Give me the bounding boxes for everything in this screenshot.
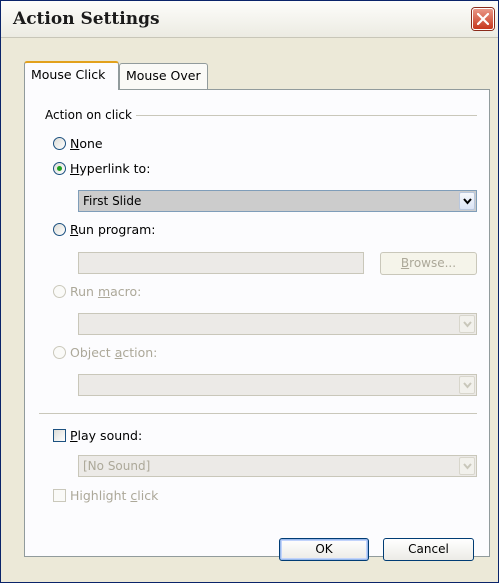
radio-button[interactable] — [53, 137, 66, 150]
checkbox[interactable] — [53, 489, 66, 502]
radio-object-action-label: Object action: — [70, 345, 158, 360]
checkbox[interactable] — [53, 429, 66, 442]
action-group-label: Action on click — [45, 108, 136, 122]
tab-mouse-over[interactable]: Mouse Over — [119, 63, 208, 89]
radio-button[interactable] — [53, 346, 66, 359]
dropdown-arrow-button[interactable] — [459, 376, 475, 394]
chevron-down-icon — [463, 382, 472, 389]
play-sound-checkbox[interactable]: Play sound: — [53, 428, 213, 447]
close-button[interactable] — [472, 8, 494, 30]
browse-button[interactable]: Browse... — [380, 252, 477, 275]
hyperlink-dropdown[interactable]: First Slide — [78, 190, 477, 212]
dropdown-arrow-button[interactable] — [459, 192, 475, 210]
dropdown-arrow-button[interactable] — [459, 315, 475, 333]
sound-dropdown[interactable]: [No Sound] — [78, 455, 477, 477]
chevron-down-icon — [463, 463, 472, 470]
cancel-button[interactable]: Cancel — [383, 538, 474, 561]
chevron-down-icon — [463, 198, 472, 205]
run-macro-dropdown[interactable] — [78, 313, 477, 335]
hyperlink-value: First Slide — [83, 194, 142, 208]
dropdown-arrow-button[interactable] — [459, 457, 475, 475]
window-title: Action Settings — [13, 9, 160, 29]
radio-run-program-label: Run program: — [70, 222, 156, 237]
radio-run-macro[interactable]: Run macro: — [53, 284, 213, 303]
tab-panel: Action on click None Hyperlink to: First… — [24, 89, 490, 557]
radio-object-action[interactable]: Object action: — [53, 345, 213, 364]
play-sound-label: Play sound: — [70, 428, 143, 443]
radio-hyperlink-label: Hyperlink to: — [70, 161, 151, 176]
radio-none-label: None — [70, 136, 103, 151]
radio-button[interactable] — [53, 285, 66, 298]
section-divider — [39, 413, 477, 414]
run-program-input[interactable] — [78, 252, 364, 274]
highlight-click-label: Highlight click — [70, 488, 159, 503]
radio-hyperlink[interactable]: Hyperlink to: — [53, 161, 203, 180]
radio-none[interactable]: None — [53, 136, 173, 155]
highlight-click-checkbox[interactable]: Highlight click — [53, 488, 213, 507]
chevron-down-icon — [463, 321, 472, 328]
radio-button[interactable] — [53, 223, 66, 236]
tab-label: Mouse Over — [126, 68, 201, 83]
radio-button[interactable] — [53, 162, 66, 175]
tab-mouse-click[interactable]: Mouse Click — [24, 61, 119, 90]
radio-run-program[interactable]: Run program: — [53, 222, 213, 241]
dialog-body: Mouse Click Mouse Over Action on click N… — [9, 38, 490, 576]
tab-label: Mouse Click — [31, 67, 106, 82]
title-bar[interactable]: Action Settings — [1, 1, 498, 38]
object-action-dropdown[interactable] — [78, 374, 477, 396]
radio-selected-dot — [57, 166, 62, 171]
action-settings-dialog: Action Settings Mouse Click Mouse Over A… — [0, 0, 499, 583]
sound-value: [No Sound] — [83, 459, 151, 473]
radio-run-macro-label: Run macro: — [70, 284, 142, 299]
close-icon — [477, 13, 489, 25]
ok-button[interactable]: OK — [279, 538, 369, 561]
group-divider — [131, 115, 477, 116]
